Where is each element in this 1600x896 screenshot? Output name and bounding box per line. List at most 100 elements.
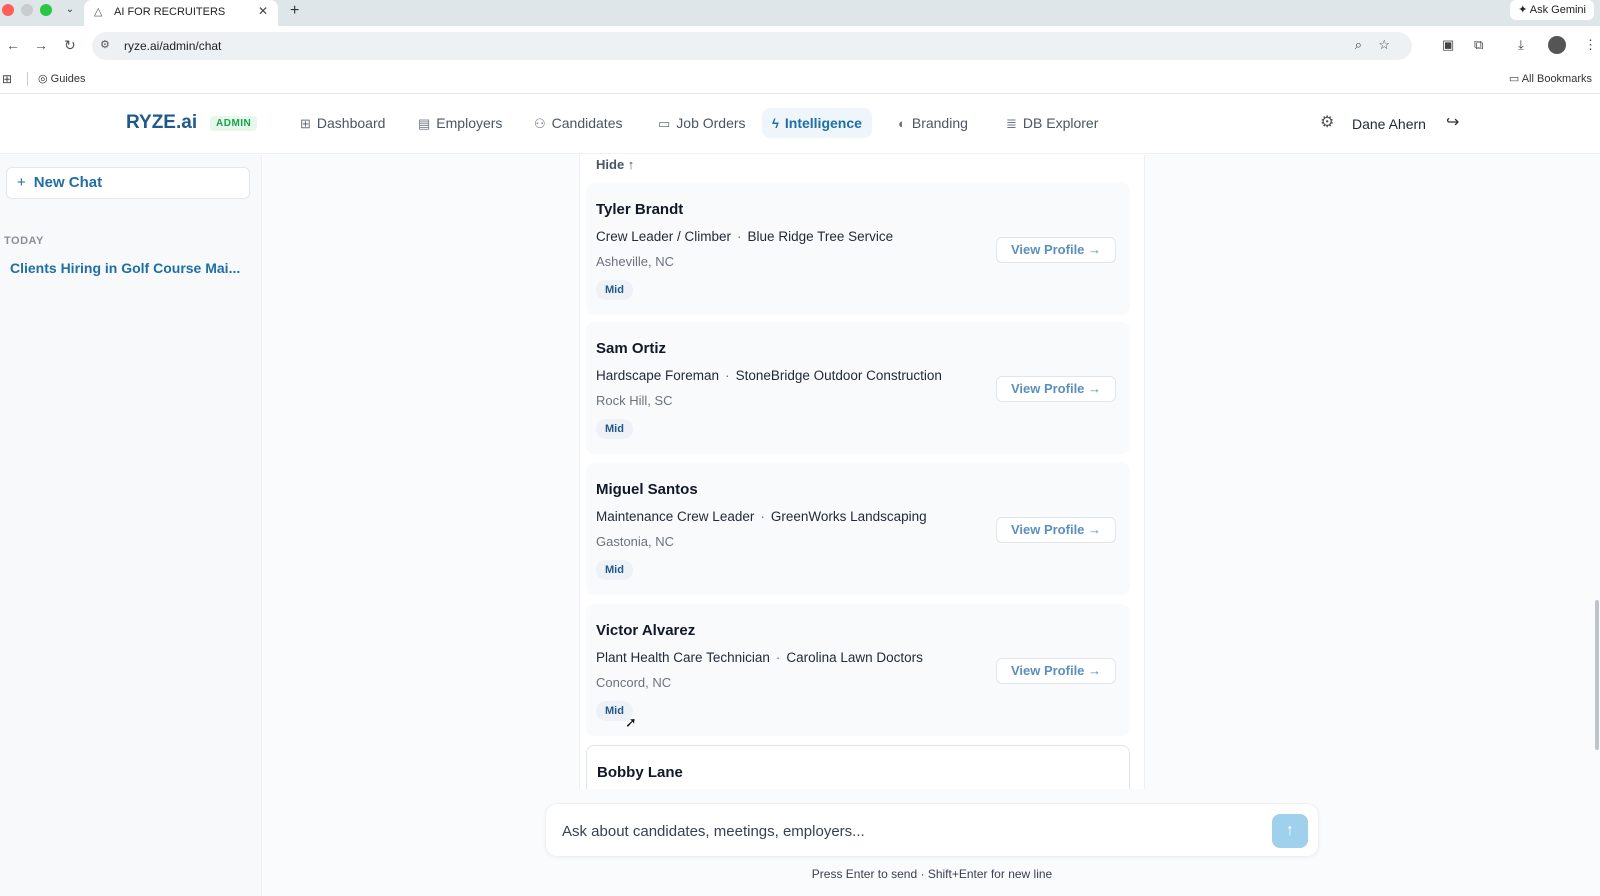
candidate-name: Victor Alvarez <box>596 622 696 639</box>
grid-icon: ⊞ <box>300 116 311 131</box>
candidate-name: Sam Ortiz <box>596 340 667 357</box>
nav-intelligence-label: Intelligence <box>784 115 862 131</box>
site-settings-icon[interactable]: ⚙ <box>100 38 110 51</box>
candidate-card: Tyler Brandt Crew Leader / Climber · Blue … <box>586 183 1130 315</box>
window-close-button[interactable] <box>2 4 14 16</box>
view-profile-button[interactable]: View Profile → <box>996 658 1116 684</box>
back-arrow-icon[interactable]: ← <box>6 37 20 53</box>
site-favicon-icon: △ <box>94 6 103 18</box>
nav-job-orders[interactable]: ▭ Job Orders <box>648 108 756 138</box>
nav-dashboard-label: Dashboard <box>316 115 386 131</box>
candidate-name: Bobby Lane <box>597 764 683 781</box>
candidate-company: Blue Ridge Tree Service <box>747 229 894 244</box>
nav-candidates-label: Candidates <box>551 115 623 131</box>
candidate-location: Gastonia, NC <box>596 534 675 549</box>
candidate-role: Crew Leader / Climber · Blue Ridge Tree Se… <box>596 229 893 244</box>
plus-icon: + <box>17 174 26 191</box>
app-header: RYZE.ai ADMIN ⊞ Dashboard ▤ Employers ⚇ Can… <box>0 94 1600 154</box>
level-badge: Mid <box>596 280 633 300</box>
url-text[interactable]: ryze.ai/admin/chat <box>124 39 221 53</box>
view-profile-button[interactable]: View Profile → <box>996 237 1116 263</box>
level-badge: Mid <box>596 419 633 439</box>
all-bookmarks-button[interactable]: ▭ All Bookmarks <box>1509 72 1592 85</box>
browser-tab[interactable]: △ AI FOR RECRUITERS ✕ <box>84 0 278 26</box>
nav-db-explorer[interactable]: ≣ DB Explorer <box>996 108 1108 138</box>
address-bar[interactable]: ⚙ ryze.ai/admin/chat ⌕ ☆ <box>92 32 1412 60</box>
puzzle-icon[interactable]: ⧉ <box>1474 37 1483 53</box>
mouse-pointer-icon: ➚ <box>625 714 637 730</box>
browser-toolbar: ← → ↻ ⚙ ryze.ai/admin/chat ⌕ ☆ ▣ ⧉ ⤓ ⋮ <box>0 26 1600 66</box>
globe-icon: ◎ <box>38 73 51 85</box>
candidate-location: Rock Hill, SC <box>596 393 673 408</box>
view-profile-button[interactable]: View Profile → <box>996 517 1116 543</box>
extension-icon[interactable]: ▣ <box>1442 37 1454 53</box>
bookmarks-bar: ⊞ ◎ Guides ▭ All Bookmarks <box>0 66 1600 94</box>
nav-employers[interactable]: ▤ Employers <box>408 108 512 138</box>
folder-icon: ▭ <box>1508 73 1522 85</box>
apps-grid-icon[interactable]: ⊞ <box>2 72 12 86</box>
page-scrollbar[interactable] <box>1595 600 1599 750</box>
briefcase-icon: ▭ <box>658 116 671 131</box>
new-chat-label: New Chat <box>33 174 103 191</box>
new-tab-button[interactable]: + <box>290 2 299 20</box>
database-icon: ≣ <box>1006 116 1017 131</box>
nav-employers-label: Employers <box>436 115 503 131</box>
candidate-company: Carolina Lawn Doctors <box>786 650 923 665</box>
forward-arrow-icon[interactable]: → <box>34 37 48 53</box>
nav-job-orders-label: Job Orders <box>676 115 746 131</box>
bookmarks-divider <box>27 72 28 86</box>
send-button[interactable]: ↑ <box>1272 814 1308 848</box>
candidate-card: Miguel Santos Maintenance Crew Leader · Gr… <box>586 463 1130 595</box>
history-section-label: TODAY <box>4 235 44 247</box>
admin-badge: ADMIN <box>210 116 258 131</box>
candidate-card: Sam Ortiz Hardscape Foreman · StoneBridge … <box>586 322 1130 454</box>
ask-gemini-label: Ask Gemini <box>1529 4 1586 16</box>
composer-hint: Press Enter to send · Shift+Enter for ne… <box>811 867 1053 881</box>
logout-icon[interactable]: ↪ <box>1446 112 1459 132</box>
nav-intelligence[interactable]: ϟ Intelligence <box>762 108 872 138</box>
chat-sidebar: + New Chat TODAY Clients Hiring in Golf C… <box>0 155 262 896</box>
new-chat-button[interactable]: + New Chat <box>6 167 250 199</box>
separator-dot: · <box>760 509 765 524</box>
download-icon[interactable]: ⤓ <box>1518 37 1524 53</box>
window-minimize-button[interactable] <box>21 4 33 16</box>
app-logo[interactable]: RYZE.ai <box>126 112 197 134</box>
candidate-location: Concord, NC <box>596 675 672 690</box>
hide-results-toggle[interactable]: Hide ↑ <box>596 157 634 172</box>
nav-branding[interactable]: ◐ Branding <box>888 108 978 138</box>
candidate-company: StoneBridge Outdoor Construction <box>735 368 942 383</box>
nav-db-explorer-label: DB Explorer <box>1022 115 1099 131</box>
palette-icon: ◐ <box>898 116 906 131</box>
building-icon: ▤ <box>418 116 431 131</box>
level-badge: Mid <box>596 560 633 580</box>
view-profile-button[interactable]: View Profile → <box>996 376 1116 402</box>
reload-icon[interactable]: ↻ <box>64 37 76 54</box>
bolt-icon: ϟ <box>772 116 779 131</box>
tab-search-chevron-icon[interactable]: ⌄ <box>62 2 78 18</box>
ask-gemini-button[interactable]: ✦ Ask Gemini <box>1510 0 1594 20</box>
nav-dashboard[interactable]: ⊞ Dashboard <box>290 108 395 138</box>
candidate-title: Crew Leader / Climber <box>596 229 732 244</box>
bookmark-guides[interactable]: ◎ Guides <box>38 72 86 85</box>
kebab-menu-icon[interactable]: ⋮ <box>1584 37 1597 53</box>
candidate-card: Victor Alvarez Plant Health Care Technic… <box>586 604 1130 736</box>
profile-avatar[interactable] <box>1548 36 1566 54</box>
candidate-role: Hardscape Foreman · StoneBridge Outdoor Co… <box>596 368 942 383</box>
candidate-company: GreenWorks Landscaping <box>770 509 927 524</box>
nav-candidates[interactable]: ⚇ Candidates <box>524 108 632 138</box>
chat-input[interactable] <box>562 818 1242 844</box>
candidate-title: Plant Health Care Technician <box>596 650 770 665</box>
user-name: Dane Ahern <box>1352 116 1426 132</box>
candidate-title: Maintenance Crew Leader <box>596 509 755 524</box>
settings-gear-icon[interactable]: ⚙ <box>1320 112 1334 132</box>
zoom-icon[interactable]: ⌕ <box>1355 37 1362 53</box>
chat-history-item[interactable]: Clients Hiring in Golf Course Mai... <box>10 260 250 276</box>
candidate-role: Plant Health Care Technician · Carolina La… <box>596 650 923 665</box>
tab-close-icon[interactable]: ✕ <box>258 4 268 18</box>
separator-dot: · <box>775 650 781 665</box>
nav-branding-label: Branding <box>911 115 968 131</box>
chat-composer: ↑ <box>545 803 1319 857</box>
window-maximize-button[interactable] <box>40 4 52 16</box>
users-icon: ⚇ <box>534 116 546 131</box>
bookmark-star-icon[interactable]: ☆ <box>1378 37 1390 53</box>
